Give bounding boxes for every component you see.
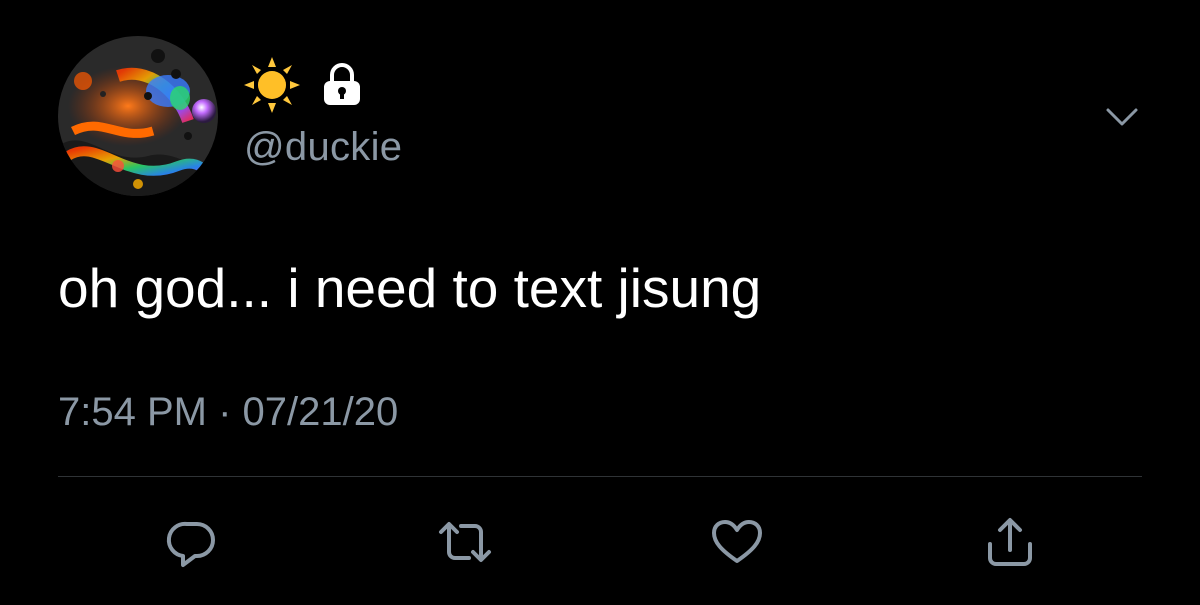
share-button[interactable]: [980, 512, 1040, 572]
retweet-button[interactable]: [435, 512, 495, 572]
display-name-row: [244, 57, 364, 113]
tweet-date: 07/21/20: [242, 390, 399, 434]
sun-emoji-icon: [244, 57, 300, 113]
reply-icon: [166, 521, 215, 567]
avatar[interactable]: [58, 36, 218, 196]
tweet: @duckie oh god... i need to text jisung …: [0, 0, 1200, 605]
like-button[interactable]: [707, 512, 767, 572]
heart-icon: [712, 520, 762, 563]
share-icon: [988, 518, 1032, 566]
user-handle[interactable]: @duckie: [244, 124, 402, 170]
tweet-text: oh god... i need to text jisung: [58, 257, 762, 319]
chevron-down-icon[interactable]: [1102, 102, 1142, 132]
tweet-timestamp: 7:54 PM · 07/21/20: [58, 388, 398, 436]
divider: [58, 476, 1142, 477]
avatar-image: [58, 36, 218, 196]
timestamp-separator: ·: [218, 390, 232, 434]
tweet-time: 7:54 PM: [58, 390, 207, 434]
lock-icon: [324, 63, 360, 105]
reply-button[interactable]: [163, 512, 223, 572]
retweet-icon: [439, 522, 491, 562]
